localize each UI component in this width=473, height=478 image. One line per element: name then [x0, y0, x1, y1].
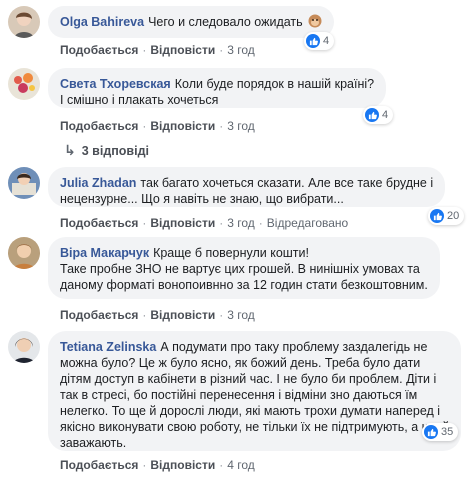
author-name[interactable]: Olga Bahireva — [60, 15, 144, 29]
reaction-number: 35 — [441, 426, 454, 438]
timestamp[interactable]: 3 год — [227, 308, 255, 322]
author-name[interactable]: Julia Zhadan — [60, 176, 136, 190]
reply-button[interactable]: Відповісти — [150, 43, 215, 57]
comment-actions: Подобається · Відповісти · 3 год · Відредагова… — [60, 216, 349, 230]
author-name[interactable]: Tetiana Zelinska — [60, 340, 156, 354]
like-icon — [430, 209, 444, 223]
avatar[interactable] — [8, 167, 40, 199]
reaction-count[interactable]: 4 — [363, 106, 394, 124]
reply-button[interactable]: Відповісти — [150, 216, 215, 230]
avatar[interactable] — [8, 237, 40, 269]
reaction-count[interactable]: 4 — [304, 32, 335, 50]
reaction-count[interactable]: 35 — [422, 423, 459, 441]
reaction-count[interactable]: 20 — [428, 207, 465, 225]
comment-text: А подумати про таку проблему заздалегідь… — [60, 340, 449, 450]
comment-text: Чего и следовало ожидать — [148, 15, 303, 29]
timestamp[interactable]: 3 год — [227, 119, 255, 133]
avatar[interactable] — [8, 6, 40, 38]
timestamp[interactable]: 4 год — [227, 458, 255, 472]
edited-label[interactable]: Відредаговано — [267, 216, 348, 230]
comment-actions: Подобається · Відповісти · 3 год — [60, 43, 255, 57]
avatar[interactable] — [8, 331, 40, 363]
reply-button[interactable]: Відповісти — [150, 308, 215, 322]
reaction-number: 4 — [323, 35, 330, 47]
author-name[interactable]: Света Тхоревская — [60, 77, 171, 91]
like-icon — [306, 34, 320, 48]
monkey-face-emoji — [308, 14, 322, 28]
comment-bubble: Julia Zhadan так багато хочеться сказати.… — [48, 167, 446, 207]
like-button[interactable]: Подобається — [60, 43, 138, 57]
comment-bubble: Света Тхоревская Коли буде порядок в наші… — [48, 68, 387, 108]
like-icon — [424, 425, 438, 439]
comment-actions: Подобається · Відповісти · 3 год — [60, 119, 255, 133]
comment-bubble: Olga Bahireva Чего и следовало ожидать — [48, 6, 335, 38]
comment-bubble: Віра Макарчук Краще б повернули кошти! Та… — [48, 237, 440, 299]
like-icon — [365, 108, 379, 122]
timestamp[interactable]: 3 год — [227, 43, 255, 57]
avatar[interactable] — [8, 68, 40, 100]
author-name[interactable]: Віра Макарчук — [60, 246, 149, 260]
comment-actions: Подобається · Відповісти · 3 год — [60, 308, 255, 322]
reply-button[interactable]: Відповісти — [150, 119, 215, 133]
timestamp[interactable]: 3 год — [227, 216, 255, 230]
comment-bubble: Tetiana Zelinska А подумати про таку проб… — [48, 331, 462, 451]
reply-arrow-icon: ↳ — [64, 142, 76, 158]
like-button[interactable]: Подобається — [60, 308, 138, 322]
view-replies-link[interactable]: ↳ 3 відповіді — [64, 142, 149, 159]
like-button[interactable]: Подобається — [60, 458, 138, 472]
like-button[interactable]: Подобається — [60, 119, 138, 133]
like-button[interactable]: Подобається — [60, 216, 138, 230]
reply-button[interactable]: Відповісти — [150, 458, 215, 472]
reaction-number: 4 — [382, 109, 389, 121]
replies-count: 3 відповіді — [81, 143, 150, 158]
comment-actions: Подобається · Відповісти · 4 год — [60, 458, 255, 472]
reaction-number: 20 — [447, 210, 460, 222]
